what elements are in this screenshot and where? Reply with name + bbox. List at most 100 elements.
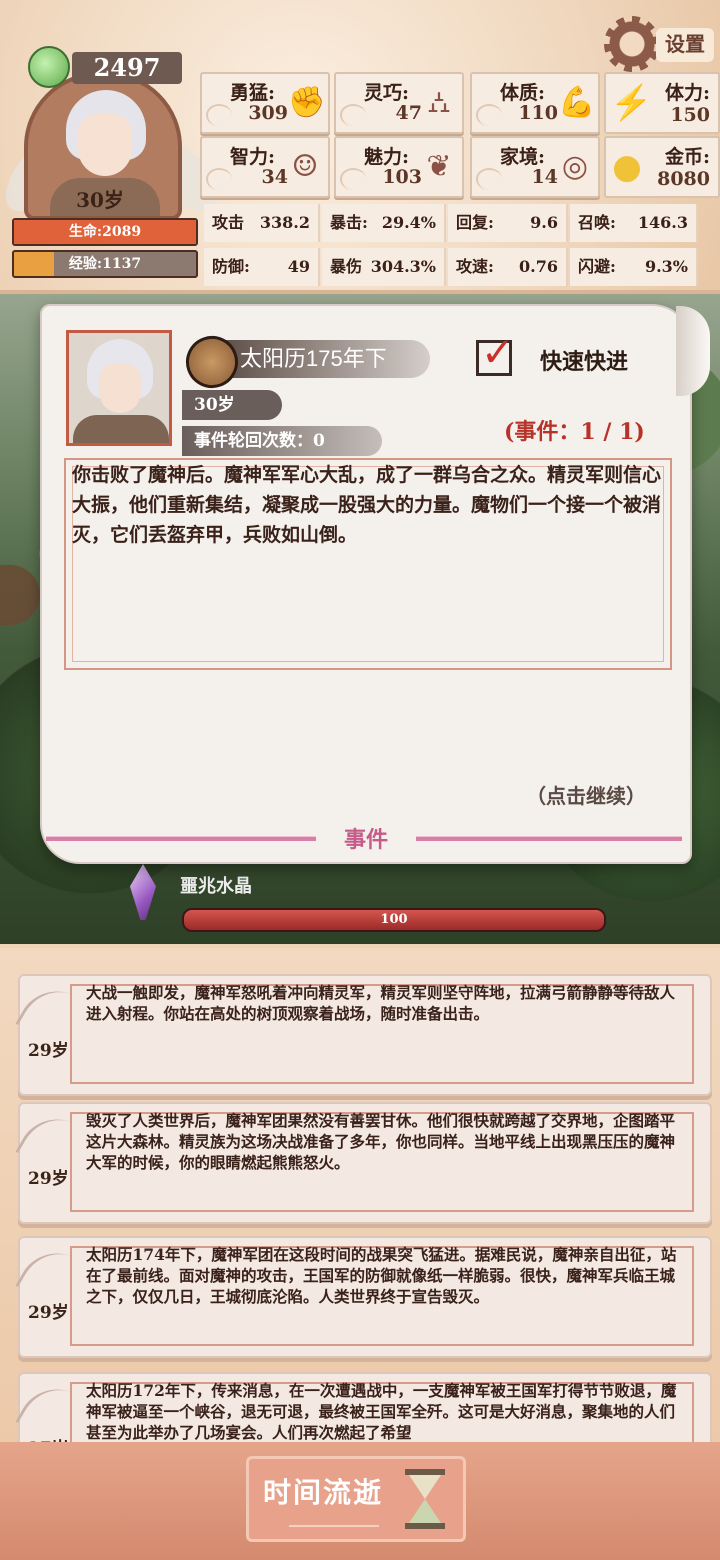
log-entry[interactable]: 29岁 毁灭了人类世界后，魔神军团果然没有善罢甘休。他们很快就跨越了交界地，企图… bbox=[15, 1102, 712, 1224]
time-pass-button[interactable]: 时间流逝 bbox=[246, 1456, 466, 1542]
log-entry[interactable]: 27岁 太阳历172年下，传来消息，在一次遭遇战中，一支魔神军被王国军打得节节败… bbox=[15, 1372, 712, 1442]
stat-key: 回复: bbox=[456, 213, 494, 232]
settings-label: 设置 bbox=[656, 28, 714, 62]
coin-hand-icon: ◎ bbox=[561, 149, 589, 184]
hourglass-bottom bbox=[409, 1499, 441, 1523]
stat-value: 146.3 bbox=[637, 213, 688, 232]
stat-attack: 攻击 338.2 bbox=[204, 204, 320, 242]
gold-coin-icon: ● bbox=[612, 147, 642, 187]
life-label: 生命:2089 bbox=[68, 224, 142, 240]
attr-name: 智力: bbox=[230, 146, 276, 168]
gear-icon bbox=[604, 16, 660, 72]
attr-charm[interactable]: 魅力: 103 ❦ bbox=[334, 136, 464, 198]
stat-attack-speed: 攻速: 0.76 bbox=[448, 248, 568, 286]
spirit-orb-icon bbox=[28, 46, 70, 88]
attr-family[interactable]: 家境: 14 ◎ bbox=[470, 136, 600, 198]
stat-dodge: 闪避: 9.3% bbox=[570, 248, 698, 286]
stat-regen: 回复: 9.6 bbox=[448, 204, 568, 242]
stat-value: 9.6 bbox=[530, 213, 558, 232]
portrait-body bbox=[73, 415, 169, 443]
event-title-band: 事件 bbox=[46, 822, 682, 856]
event-text: 你击败了魔神后。魔神军军心大乱，成了一群乌合之众。精灵军则信心大振，他们重新集结… bbox=[72, 464, 662, 546]
attr-value: 14 bbox=[531, 166, 558, 188]
resource-value: 8080 bbox=[657, 168, 710, 190]
brain-icon: ☺ bbox=[291, 149, 319, 184]
log-text: 毁灭了人类世界后，魔神军团果然没有善罢甘休。他们很快就跨越了交界地，企图踏平这片… bbox=[86, 1111, 676, 1172]
stamina-resource[interactable]: ⚡ 体力: 150 bbox=[604, 72, 720, 134]
resource-name: 体力: bbox=[664, 82, 710, 104]
stat-defense: 防御: 49 bbox=[204, 248, 320, 286]
stat-key: 暴击: bbox=[330, 213, 368, 232]
settings-button[interactable]: 设置 bbox=[604, 16, 714, 72]
stat-key: 召唤: bbox=[578, 213, 616, 232]
log-age: 27岁 bbox=[28, 1434, 69, 1442]
attr-value: 47 bbox=[395, 102, 422, 124]
stat-value: 304.3% bbox=[370, 257, 436, 276]
stat-value: 0.76 bbox=[519, 257, 558, 276]
event-log[interactable]: 29岁 大战一触即发，魔神军怒吼着冲向精灵军，精灵军则坚守阵地，拉满弓箭静静等待… bbox=[0, 948, 720, 1442]
attr-name: 家境: bbox=[500, 146, 546, 168]
crystal-progress-bar: 100 bbox=[182, 908, 606, 932]
attr-value: 309 bbox=[248, 102, 288, 124]
bicep-icon: 💪 bbox=[558, 85, 596, 120]
stat-key: 攻速: bbox=[456, 257, 494, 276]
continue-hint[interactable]: （点击继续） bbox=[526, 780, 646, 809]
button-ornament bbox=[289, 1525, 379, 1527]
time-pass-label: 时间流逝 bbox=[263, 1477, 384, 1508]
fast-forward-checkbox[interactable]: ✓ bbox=[476, 333, 515, 376]
combat-stats: 攻击 338.2 暴击: 29.4% 回复: 9.6 召唤: 146.3 防御: 49 暴… bbox=[204, 202, 716, 286]
stat-crit: 暴击: 29.4% bbox=[322, 204, 446, 242]
log-entry[interactable]: 29岁 太阳历174年下，魔神军团在这段时间的战果突飞猛进。据难民说，魔神亲自出… bbox=[15, 1236, 712, 1358]
log-text: 太阳历174年下，魔神军团在这段时间的战果突飞猛进。据难民说，魔神亲自出征，站在… bbox=[86, 1245, 677, 1306]
event-date: 太阳历175年下 bbox=[210, 340, 430, 378]
avatar-face bbox=[78, 114, 132, 176]
attr-value: 110 bbox=[518, 102, 558, 124]
attr-name: 魅力: bbox=[364, 146, 410, 168]
hourglass-top bbox=[409, 1475, 441, 1499]
log-age: 29岁 bbox=[28, 1303, 69, 1323]
scroll-curl bbox=[676, 306, 710, 396]
log-text: 大战一触即发，魔神军怒吼着冲向精灵军，精灵军则坚守阵地，拉满弓箭静静等待敌人进入… bbox=[86, 983, 676, 1023]
stat-value: 9.3% bbox=[644, 257, 688, 276]
stat-key: 闪避: bbox=[578, 257, 616, 276]
log-text: 太阳历172年下，传来消息，在一次遭遇战中，一支魔神军被王国军打得节节败退，魔神… bbox=[86, 1381, 677, 1442]
cloak-icon: ⛼ bbox=[427, 85, 451, 120]
fist-icon: ✊ bbox=[288, 85, 326, 120]
stat-key: 攻击 bbox=[212, 213, 245, 232]
attr-intelligence[interactable]: 智力: 34 ☺ bbox=[200, 136, 330, 198]
log-age: 29岁 bbox=[28, 1041, 69, 1061]
hourglass-cap bbox=[405, 1469, 445, 1475]
resource-value: 150 bbox=[670, 104, 710, 126]
event-counter: (事件：1 / 1) bbox=[504, 419, 645, 445]
stat-key: 暴伤 bbox=[330, 257, 363, 276]
fast-forward-label[interactable]: 快速快进 bbox=[540, 344, 628, 376]
attr-constitution[interactable]: 体质: 110 💪 bbox=[470, 72, 600, 134]
attr-value: 34 bbox=[261, 166, 288, 188]
attr-courage[interactable]: 勇猛: 309 ✊ bbox=[200, 72, 330, 134]
gold-resource[interactable]: ● 金币: 8080 bbox=[604, 136, 720, 198]
life-bar: 生命:2089 bbox=[12, 218, 198, 246]
crystal-label: 噩兆水晶 bbox=[180, 876, 252, 897]
resource-name: 金币: bbox=[664, 146, 710, 168]
hourglass-icon bbox=[405, 1469, 445, 1531]
stat-summon: 召唤: 146.3 bbox=[570, 204, 698, 242]
stat-value: 338.2 bbox=[259, 213, 310, 232]
stat-key: 防御: bbox=[212, 257, 250, 276]
event-age: 30岁 bbox=[182, 390, 282, 420]
event-cycle-count: 事件轮回次数：0 bbox=[182, 426, 382, 456]
exp-bar: 经验:1137 bbox=[12, 250, 198, 278]
lightning-icon: ⚡ bbox=[610, 83, 653, 123]
stat-crit-damage: 暴伤 304.3% bbox=[322, 248, 446, 286]
attr-name: 勇猛: bbox=[230, 82, 276, 104]
stat-value: 29.4% bbox=[381, 213, 436, 232]
attr-value: 103 bbox=[382, 166, 422, 188]
hourglass-cap bbox=[405, 1523, 445, 1529]
log-age: 29岁 bbox=[28, 1169, 69, 1189]
log-entry[interactable]: 29岁 大战一触即发，魔神军怒吼着冲向精灵军，精灵军则坚守阵地，拉满弓箭静静等待… bbox=[15, 974, 712, 1096]
checkmark-icon: ✓ bbox=[481, 330, 515, 376]
exp-label: 经验:1137 bbox=[68, 256, 142, 272]
stat-value: 49 bbox=[287, 257, 310, 276]
attr-agility[interactable]: 灵巧: 47 ⛼ bbox=[334, 72, 464, 134]
attr-name: 体质: bbox=[500, 82, 546, 104]
portrait-face bbox=[99, 363, 141, 413]
